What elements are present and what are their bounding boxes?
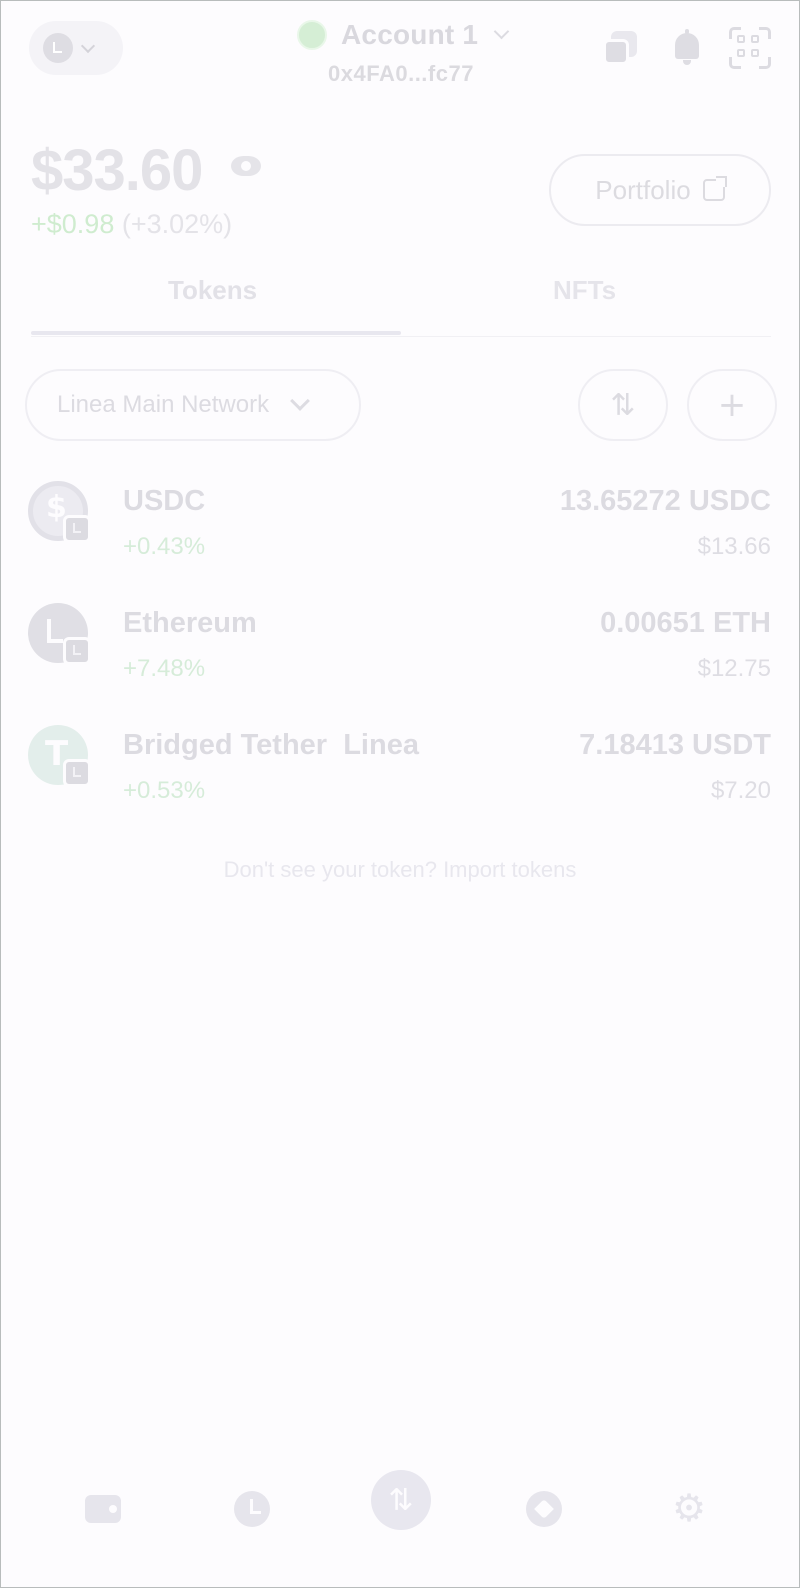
gear-icon[interactable]: ⚙	[667, 1483, 717, 1533]
network-avatar-icon	[43, 33, 73, 63]
plus-icon: +	[717, 385, 747, 425]
network-filter-dropdown[interactable]: Linea Main Network	[25, 369, 361, 441]
change-percent: (+3.02%)	[121, 209, 233, 239]
network-badge-icon	[63, 759, 91, 787]
account-selector[interactable]: Account 1	[297, 19, 510, 51]
token-fiat: $13.66	[697, 533, 771, 560]
token-row-tether[interactable]: Bridged Tether Linea +0.53% 7.18413 USDT…	[1, 725, 799, 835]
external-link-icon	[702, 176, 727, 201]
chevron-down-icon	[290, 391, 311, 411]
token-change: +0.43%	[123, 533, 206, 560]
network-filter-label: Linea Main Network	[57, 391, 270, 418]
token-amount: 13.65272 USDC	[559, 485, 771, 517]
swap-arrows-icon[interactable]: ⇅	[371, 1470, 431, 1530]
chevron-down-icon	[493, 23, 510, 40]
network-badge-icon	[63, 637, 91, 665]
add-token-button[interactable]: +	[687, 369, 777, 441]
sort-button[interactable]: ⇅	[578, 369, 668, 441]
bell-icon[interactable]	[666, 27, 708, 69]
token-name: Ethereum	[123, 607, 257, 639]
wallet-icon[interactable]	[79, 1483, 129, 1533]
tab-nfts[interactable]: NFTs	[553, 275, 616, 306]
token-row-ethereum[interactable]: Ethereum +7.48% 0.00651 ETH $12.75	[1, 603, 799, 713]
tab-tokens[interactable]: Tokens	[168, 275, 257, 306]
eye-icon[interactable]	[231, 156, 261, 176]
token-fiat: $12.75	[697, 655, 771, 682]
sort-arrows-icon: ⇅	[610, 387, 636, 423]
qr-scan-icon[interactable]	[729, 27, 771, 69]
token-change: +7.48%	[123, 655, 206, 682]
wallet-screen: Account 1 0x4FA0...fc77 $33.60 +$0.98 (+…	[1, 1, 799, 1587]
chevron-down-icon	[80, 38, 96, 53]
portfolio-button[interactable]: Portfolio	[549, 154, 771, 226]
balance-change: +$0.98 (+3.02%)	[31, 209, 232, 240]
import-tokens-link[interactable]: Don't see your token? Import tokens	[1, 857, 799, 883]
clock-icon[interactable]	[227, 1483, 277, 1533]
token-name: USDC	[123, 485, 206, 517]
compass-icon[interactable]	[519, 1483, 569, 1533]
token-row-usdc[interactable]: USDC +0.43% 13.65272 USDC $13.66	[1, 481, 799, 591]
total-balance: $33.60	[31, 138, 203, 203]
change-amount: +$0.98	[31, 209, 115, 239]
network-badge-icon	[63, 515, 91, 543]
active-tab-indicator	[31, 331, 401, 335]
copy-icon[interactable]	[601, 27, 643, 69]
token-amount: 7.18413 USDT	[579, 729, 771, 761]
account-name: Account 1	[341, 19, 479, 50]
token-name: Bridged Tether Linea	[123, 729, 419, 761]
asset-tabs: Tokens NFTs	[31, 263, 771, 337]
token-amount: 0.00651 ETH	[600, 607, 771, 639]
account-avatar	[297, 20, 327, 50]
bottom-nav: ⇅ ⚙	[1, 1470, 799, 1545]
token-fiat: $7.20	[710, 777, 771, 804]
portfolio-label: Portfolio	[595, 174, 691, 205]
token-change: +0.53%	[123, 777, 206, 804]
